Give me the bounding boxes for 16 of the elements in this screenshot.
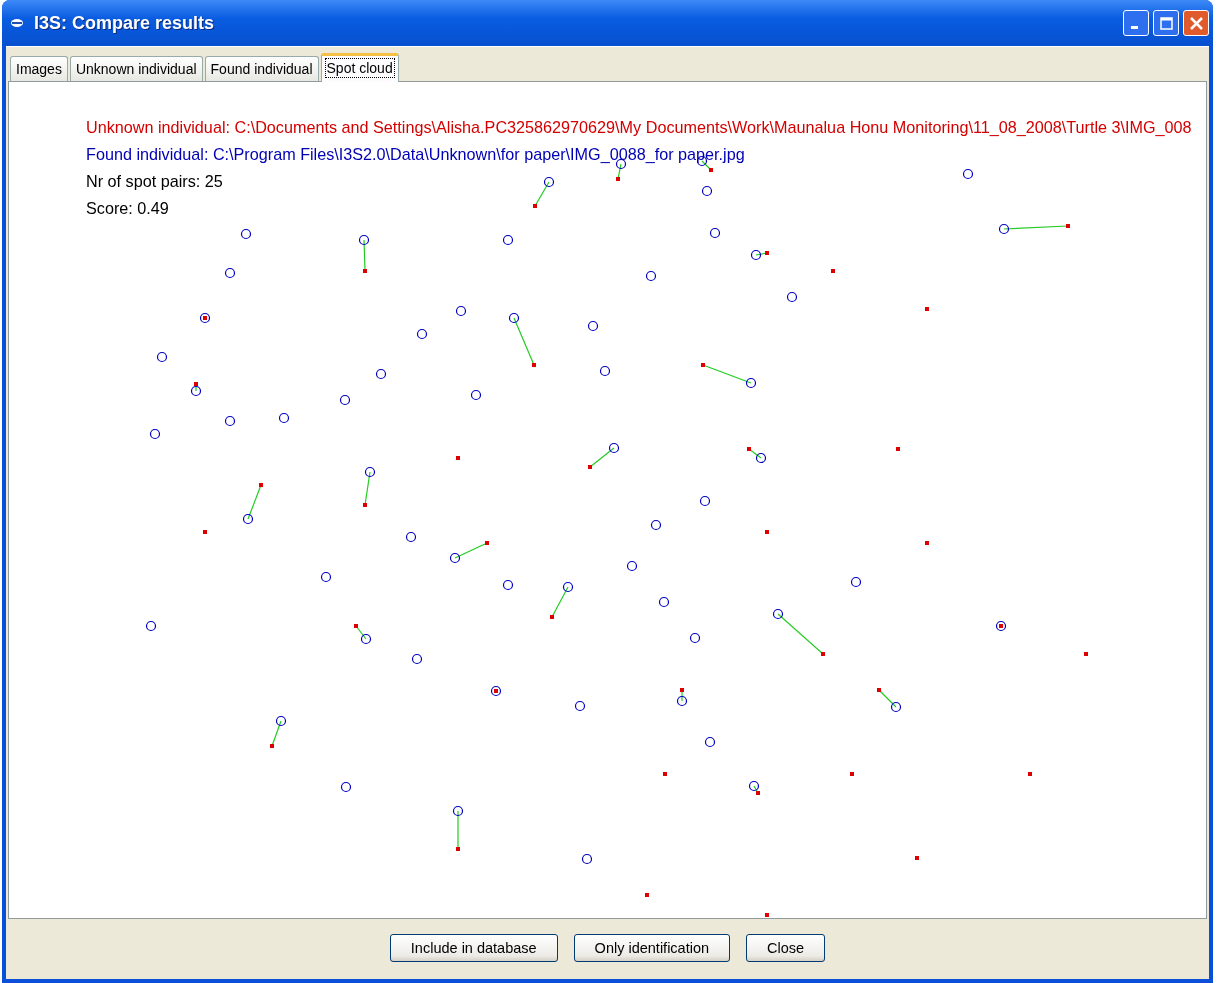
close-icon[interactable] xyxy=(1183,10,1209,36)
info-text: Unknown individual: C:\Documents and Settings\Alisha.PC325862970629\My Documents\Work\Maunalua Honu Monitoring\11_08_2008\Turtle 3\IMG_008 xyxy=(86,117,1192,137)
tab[interactable]: Spot cloud xyxy=(320,53,399,82)
window-title: I3S: Compare results xyxy=(34,12,216,34)
dialog-button[interactable]: Only identification xyxy=(573,934,731,962)
tab[interactable]: Unknown individual xyxy=(69,56,203,81)
info-text: Score: 0.49 xyxy=(86,198,169,218)
app-icon xyxy=(10,18,24,28)
info-text: Found individual: C:\Program Files\I3S2.0\Data\Unknown\for paper\IMG_0088_for paper.jpg xyxy=(86,144,745,164)
dialog-button[interactable]: Close xyxy=(746,934,826,962)
tab[interactable]: Found individual xyxy=(204,56,319,81)
info-text: Nr of spot pairs: 25 xyxy=(86,171,223,191)
tab[interactable]: Images xyxy=(10,56,68,81)
minimize-icon[interactable] xyxy=(1123,10,1149,36)
maximize-icon[interactable] xyxy=(1153,10,1179,36)
dialog-button[interactable]: Include in database xyxy=(389,934,558,962)
